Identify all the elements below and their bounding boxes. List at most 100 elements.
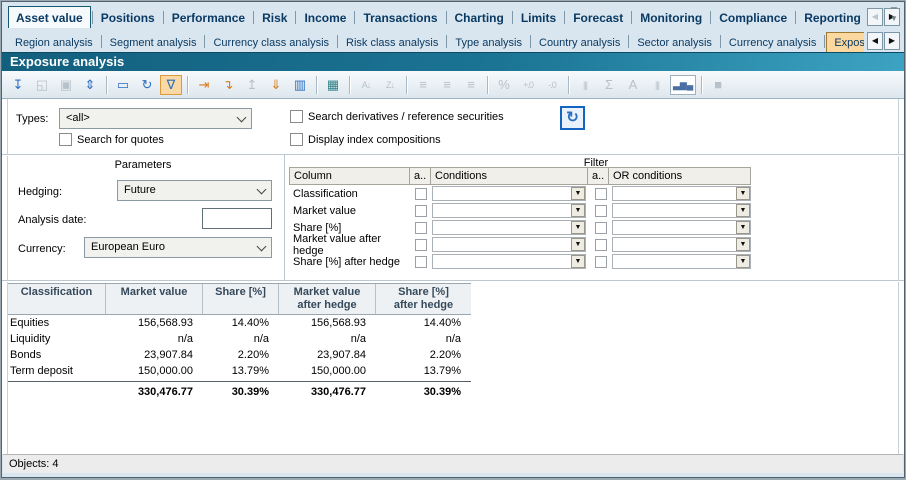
- move-to-bottom-icon[interactable]: ⇓: [265, 75, 287, 95]
- apply-column-filter-icon[interactable]: ⇥: [193, 75, 215, 95]
- checkbox-box[interactable]: [290, 133, 303, 146]
- filter-conditions-dropdown[interactable]: ▼: [432, 185, 590, 202]
- filter-and-checkbox[interactable]: [410, 185, 432, 202]
- filter-conditions-dropdown[interactable]: ▼: [432, 202, 590, 219]
- conditions-combobox[interactable]: ▼: [432, 254, 586, 269]
- results-header-market-value[interactable]: Market valueafter hedge: [279, 284, 376, 314]
- dropdown-arrow-icon[interactable]: ▼: [736, 238, 750, 251]
- tab-currency-class-analysis[interactable]: Currency class analysis: [206, 33, 336, 52]
- filter-or-and-checkbox[interactable]: [590, 236, 612, 253]
- filter-or-conditions-dropdown[interactable]: ▼: [612, 236, 755, 253]
- results-header-share[interactable]: Share [%]: [203, 284, 279, 314]
- frame-selection-icon[interactable]: ▭: [112, 75, 134, 95]
- tab-positions[interactable]: Positions: [94, 7, 162, 28]
- tab-income[interactable]: Income: [297, 7, 353, 28]
- filter-and-checkbox[interactable]: [410, 236, 432, 253]
- or-conditions-combobox[interactable]: ▼: [612, 220, 751, 235]
- dropdown-arrow-icon[interactable]: ▼: [571, 204, 585, 217]
- checkbox-box[interactable]: [415, 256, 427, 268]
- dropdown-arrow-icon[interactable]: ▼: [736, 204, 750, 217]
- checkbox-box[interactable]: [595, 188, 607, 200]
- filter-header-conditions[interactable]: Conditions: [430, 167, 588, 185]
- secondary-tabs-scroll-left-button[interactable]: ◀: [867, 32, 883, 50]
- filter-and-checkbox[interactable]: [410, 202, 432, 219]
- filter-header-a[interactable]: a..: [587, 167, 609, 185]
- filter-header-or-conditions[interactable]: OR conditions: [608, 167, 751, 185]
- search-for-quotes-checkbox[interactable]: Search for quotes: [59, 133, 164, 146]
- filter-icon[interactable]: ∇: [160, 75, 182, 95]
- tab-compliance[interactable]: Compliance: [712, 7, 794, 28]
- filter-chart-icon[interactable]: ▥: [289, 75, 311, 95]
- conditions-combobox[interactable]: ▼: [432, 186, 586, 201]
- checkbox-box[interactable]: [290, 110, 303, 123]
- tab-performance[interactable]: Performance: [165, 7, 252, 28]
- filter-and-checkbox[interactable]: [410, 253, 432, 270]
- tab-type-analysis[interactable]: Type analysis: [448, 33, 529, 52]
- tab-segment-analysis[interactable]: Segment analysis: [103, 33, 204, 52]
- results-header-market-value[interactable]: Market value: [106, 284, 203, 314]
- filter-or-conditions-dropdown[interactable]: ▼: [612, 219, 755, 236]
- filter-or-conditions-dropdown[interactable]: ▼: [612, 253, 755, 270]
- tab-risk-class-analysis[interactable]: Risk class analysis: [339, 33, 445, 52]
- tab-limits[interactable]: Limits: [514, 7, 563, 28]
- checkbox-box[interactable]: [415, 205, 427, 217]
- filter-conditions-dropdown[interactable]: ▼: [432, 236, 590, 253]
- conditions-combobox[interactable]: ▼: [432, 220, 586, 235]
- filter-or-and-checkbox[interactable]: [590, 202, 612, 219]
- filter-header-a[interactable]: a..: [409, 167, 431, 185]
- column-stripes-icon[interactable]: ▦: [322, 75, 344, 95]
- tab-currency-analysis[interactable]: Currency analysis: [722, 33, 823, 52]
- tab-transactions[interactable]: Transactions: [356, 7, 444, 28]
- or-conditions-combobox[interactable]: ▼: [612, 186, 751, 201]
- types-dropdown[interactable]: <all>: [59, 108, 252, 129]
- dropdown-arrow-icon[interactable]: ▼: [571, 255, 585, 268]
- filter-or-and-checkbox[interactable]: [590, 185, 612, 202]
- checkbox-box[interactable]: [415, 222, 427, 234]
- toolbar-overflow-icon[interactable]: ▔▼: [888, 10, 900, 22]
- tab-sector-analysis[interactable]: Sector analysis: [630, 33, 719, 52]
- dropdown-arrow-icon[interactable]: ▼: [736, 255, 750, 268]
- dropdown-arrow-icon[interactable]: ▼: [736, 221, 750, 234]
- tab-region-analysis[interactable]: Region analysis: [8, 33, 100, 52]
- currency-dropdown[interactable]: European Euro: [84, 237, 272, 258]
- tab-monitoring[interactable]: Monitoring: [633, 7, 709, 28]
- checkbox-box[interactable]: [595, 256, 607, 268]
- refresh-icon[interactable]: ↻: [136, 75, 158, 95]
- filter-conditions-dropdown[interactable]: ▼: [432, 253, 590, 270]
- checkbox-box[interactable]: [595, 239, 607, 251]
- dropdown-arrow-icon[interactable]: ▼: [736, 187, 750, 200]
- tab-risk[interactable]: Risk: [255, 7, 294, 28]
- dropdown-arrow-icon[interactable]: ▼: [571, 187, 585, 200]
- drill-down-icon[interactable]: ↴: [217, 75, 239, 95]
- hedging-dropdown[interactable]: Future: [117, 180, 272, 201]
- conditions-combobox[interactable]: ▼: [432, 237, 586, 252]
- run-analysis-button[interactable]: ↻: [560, 106, 585, 130]
- or-conditions-combobox[interactable]: ▼: [612, 254, 751, 269]
- filter-or-conditions-dropdown[interactable]: ▼: [612, 185, 755, 202]
- fit-height-icon[interactable]: ⇕: [79, 75, 101, 95]
- filter-header-column[interactable]: Column: [289, 167, 410, 185]
- results-header-classification[interactable]: Classification: [8, 284, 106, 314]
- tab-reporting[interactable]: Reporting: [797, 7, 864, 28]
- conditions-combobox[interactable]: ▼: [432, 203, 586, 218]
- load-layout-icon[interactable]: ↧: [7, 75, 29, 95]
- display-index-compositions-checkbox[interactable]: Display index compositions: [290, 133, 441, 146]
- results-header-share[interactable]: Share [%]after hedge: [376, 284, 471, 314]
- filter-and-checkbox[interactable]: [410, 219, 432, 236]
- analysis-date-input[interactable]: [202, 208, 272, 229]
- chart-icon[interactable]: ▃▆▄: [670, 75, 696, 95]
- checkbox-box[interactable]: [595, 222, 607, 234]
- tab-asset-value[interactable]: Asset value: [8, 6, 91, 28]
- secondary-tabs-scroll-right-button[interactable]: ▶: [884, 32, 900, 50]
- tab-charting[interactable]: Charting: [448, 7, 511, 28]
- checkbox-box[interactable]: [415, 239, 427, 251]
- checkbox-box[interactable]: [415, 188, 427, 200]
- tab-country-analysis[interactable]: Country analysis: [532, 33, 627, 52]
- dropdown-arrow-icon[interactable]: ▼: [571, 221, 585, 234]
- filter-conditions-dropdown[interactable]: ▼: [432, 219, 590, 236]
- tab-forecast[interactable]: Forecast: [566, 7, 630, 28]
- checkbox-box[interactable]: [59, 133, 72, 146]
- search-derivatives-checkbox[interactable]: Search derivatives / reference securitie…: [290, 110, 504, 123]
- tab-exposure-analysis[interactable]: Exposure analysis: [826, 32, 864, 52]
- filter-or-and-checkbox[interactable]: [590, 253, 612, 270]
